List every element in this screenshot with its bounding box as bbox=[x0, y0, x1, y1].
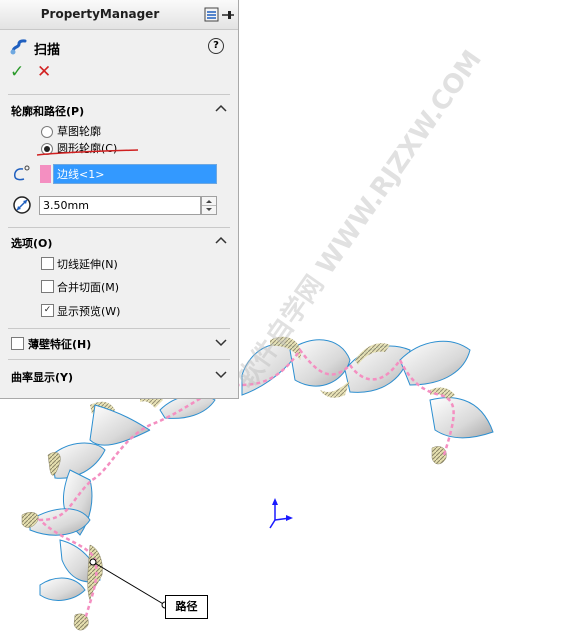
show-preview-checkbox[interactable]: ✓ bbox=[41, 304, 54, 317]
radio-sketch-profile-label[interactable]: 草图轮廓 bbox=[57, 123, 101, 139]
property-manager-title: PropertyManager bbox=[40, 7, 160, 21]
merge-tangent-faces-checkbox[interactable] bbox=[41, 280, 54, 293]
sweep-icon bbox=[10, 39, 27, 55]
path-color-swatch bbox=[40, 165, 51, 183]
path-icon bbox=[14, 165, 30, 181]
diameter-input[interactable]: 3.50mm bbox=[39, 196, 201, 215]
cancel-button[interactable]: ✕ bbox=[37, 64, 53, 81]
header-icons bbox=[203, 7, 235, 23]
triad-icon bbox=[269, 498, 293, 529]
merge-tangent-faces-label[interactable]: 合并切面(M) bbox=[57, 279, 119, 295]
feature-title: 扫描 bbox=[34, 43, 61, 58]
chevron-down-icon[interactable] bbox=[215, 369, 227, 379]
path-selection-field[interactable]: 边线<1> bbox=[53, 164, 217, 184]
divider bbox=[8, 94, 230, 95]
property-manager-panel: PropertyManager 扫描 ? ✓ ✕ 轮廓和路径(P) 草图轮廓 圆… bbox=[0, 0, 239, 399]
divider bbox=[8, 227, 230, 228]
tangent-propagation-checkbox[interactable] bbox=[41, 257, 54, 270]
divider bbox=[8, 328, 230, 329]
pin-icon[interactable] bbox=[222, 11, 234, 19]
chevron-up-icon[interactable] bbox=[215, 235, 227, 245]
help-icon[interactable]: ? bbox=[208, 38, 224, 54]
chevron-up-icon[interactable] bbox=[215, 103, 227, 113]
path-callout-label: 路径 bbox=[165, 595, 208, 619]
property-manager-header: PropertyManager bbox=[0, 0, 238, 30]
chevron-down-icon[interactable] bbox=[215, 337, 227, 347]
divider bbox=[8, 359, 230, 360]
red-annotation-underline bbox=[36, 149, 139, 156]
thin-feature-checkbox[interactable] bbox=[11, 337, 24, 350]
feature-row: 扫描 ? bbox=[0, 34, 238, 60]
thin-feature-title[interactable]: 薄壁特征(H) bbox=[28, 336, 91, 352]
diameter-spinner[interactable] bbox=[201, 196, 217, 215]
radio-sketch-profile[interactable] bbox=[41, 126, 53, 138]
tangent-propagation-label[interactable]: 切线延伸(N) bbox=[57, 256, 118, 272]
options-section-title[interactable]: 选项(O) bbox=[11, 235, 52, 251]
thread-hatching-lower bbox=[21, 446, 447, 631]
diameter-icon bbox=[13, 196, 31, 214]
profile-path-section-title[interactable]: 轮廓和路径(P) bbox=[11, 103, 84, 119]
curvature-display-title[interactable]: 曲率显示(Y) bbox=[11, 369, 73, 385]
show-preview-label[interactable]: 显示预览(W) bbox=[57, 303, 120, 319]
ok-button[interactable]: ✓ bbox=[10, 64, 26, 81]
collapse-icon[interactable] bbox=[204, 7, 219, 22]
